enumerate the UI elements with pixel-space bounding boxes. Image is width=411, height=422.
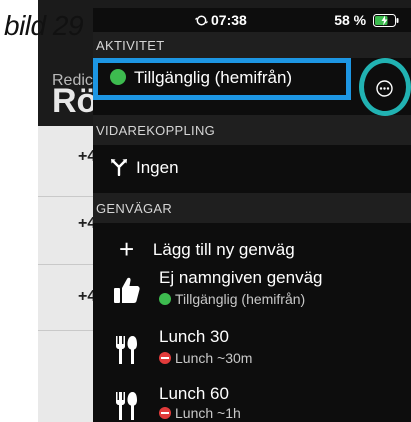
shortcut-status: Lunch ~30m — [159, 350, 252, 366]
shortcut-title[interactable]: Lunch 30 — [159, 327, 229, 347]
section-label-shortcuts: GENVÄGAR — [96, 201, 173, 216]
thumbs-up-icon — [114, 277, 140, 303]
shortcut-status-text: Tillgänglig (hemifrån) — [175, 291, 306, 307]
shortcut-status-text: Lunch ~1h — [175, 405, 241, 421]
battery-charging-icon — [373, 14, 399, 27]
shortcut-title[interactable]: Lunch 60 — [159, 384, 229, 404]
add-shortcut-button[interactable]: + Lägg till ny genväg — [119, 234, 295, 265]
call-forward-icon — [111, 159, 127, 177]
status-time: 07:38 — [195, 12, 247, 28]
background-divider — [38, 264, 93, 265]
background-divider — [38, 330, 93, 331]
status-bar: 07:38 58 % — [93, 8, 411, 32]
section-label-forwarding: VIDAREKOPPLING — [96, 123, 216, 138]
forwarding-value: Ingen — [136, 158, 179, 177]
highlight-circle-annotation — [359, 58, 411, 116]
background-title: Rö — [52, 82, 98, 120]
shortcut-status: Tillgänglig (hemifrån) — [159, 291, 305, 307]
plus-icon: + — [119, 234, 135, 264]
background-divider — [38, 196, 93, 197]
add-shortcut-label: Lägg till ny genväg — [152, 240, 295, 259]
highlight-box-annotation — [93, 58, 351, 100]
do-not-disturb-icon — [159, 407, 171, 419]
shortcut-title[interactable]: Ej namngiven genväg — [159, 268, 323, 288]
figure-caption: bild 29 — [4, 10, 84, 41]
battery-status: 58 % — [334, 12, 399, 28]
do-not-disturb-icon — [159, 352, 171, 364]
battery-text: 58 % — [334, 12, 367, 28]
shortcut-status-text: Lunch ~30m — [175, 350, 253, 366]
available-dot-icon — [159, 293, 171, 305]
shortcut-status: Lunch ~1h — [159, 405, 241, 421]
cutlery-icon — [116, 392, 137, 420]
cutlery-icon — [116, 336, 137, 364]
section-label-activity: AKTIVITET — [96, 38, 165, 53]
orientation-lock-icon — [195, 15, 208, 26]
forwarding-row[interactable]: Ingen — [110, 158, 179, 178]
status-time-text: 07:38 — [211, 12, 247, 28]
